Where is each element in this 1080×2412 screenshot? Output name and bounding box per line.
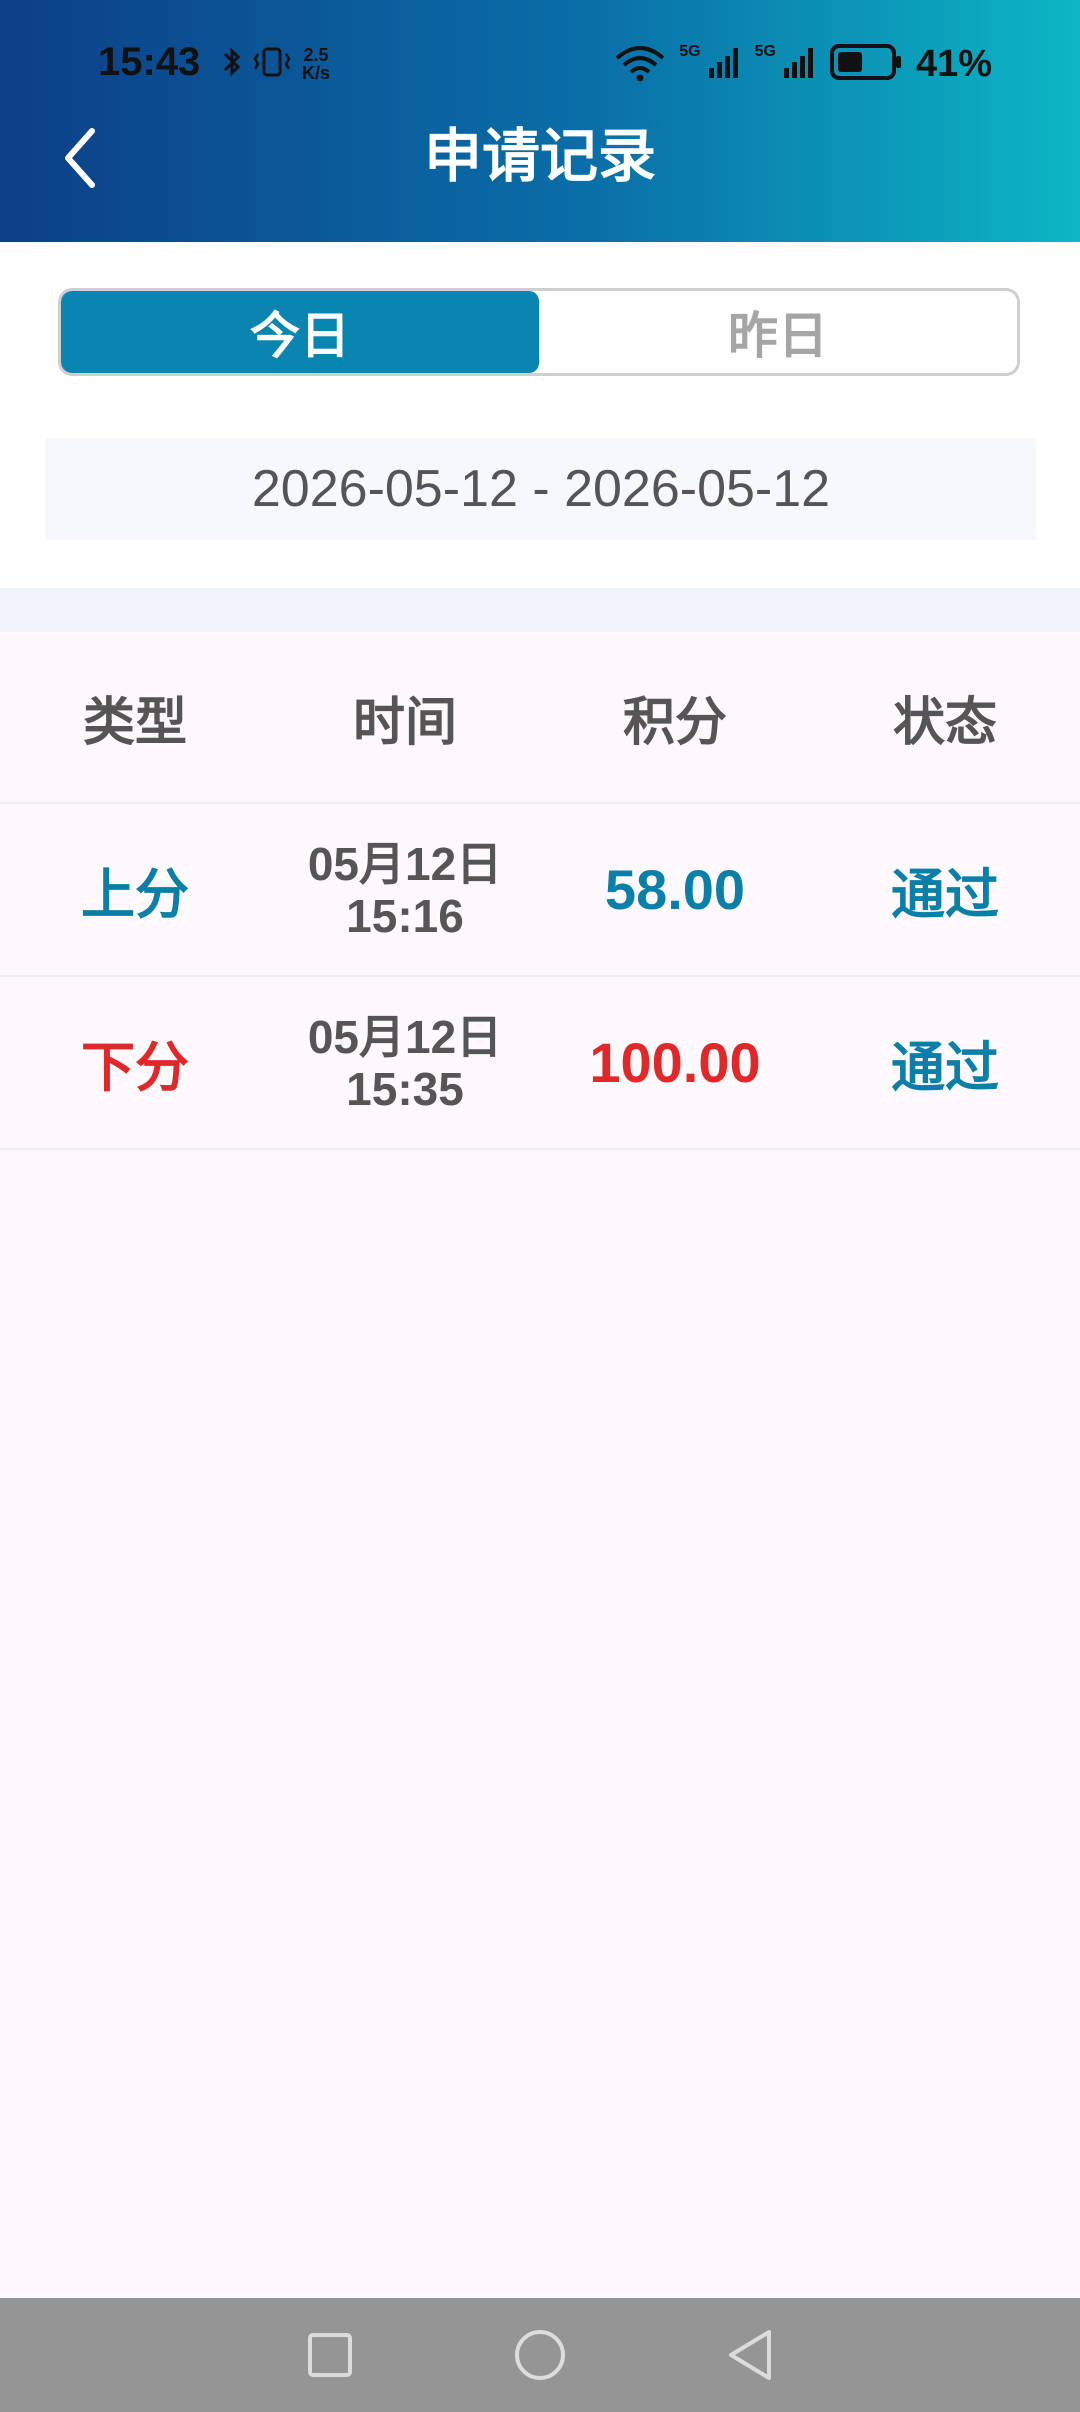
status-time: 15:43: [98, 40, 201, 84]
records-table: 类型 时间 积分 状态 上分 05月12日 15:16 58.00 通过 下分 …: [0, 632, 1080, 1150]
table-row[interactable]: 下分 05月12日 15:35 100.00 通过: [0, 977, 1080, 1150]
battery-percent: 41%: [915, 42, 992, 85]
day-tabs: 今日 昨日: [58, 288, 1020, 376]
back-icon[interactable]: [720, 2325, 780, 2385]
header-time: 时间: [352, 692, 457, 753]
net-speed: 2.5 K/s: [302, 46, 330, 82]
signal-2-icon: [782, 44, 818, 84]
status-bar: 15:43 2.5 K/s 5G 5G 41%: [0, 0, 1080, 130]
record-type: 上分: [81, 863, 189, 926]
recent-apps-icon[interactable]: [300, 2325, 360, 2385]
table-header: 类型 时间 积分 状态: [0, 632, 1080, 804]
header-type: 类型: [82, 692, 187, 753]
signal-1-icon: [707, 44, 743, 84]
status-right-icons: 5G 5G 41%: [613, 40, 992, 88]
system-nav-bar: [0, 2298, 1080, 2412]
record-status: 通过: [891, 863, 999, 926]
record-time: 05月12日 15:16: [270, 838, 540, 942]
signal-2-label: 5G: [754, 43, 776, 60]
record-clock: 15:16: [346, 889, 464, 942]
record-time: 05月12日 15:35: [270, 1011, 540, 1115]
vibrate-icon: [252, 45, 292, 83]
net-speed-unit: K/s: [302, 63, 331, 83]
tab-today[interactable]: 今日: [61, 291, 539, 373]
record-status: 通过: [891, 1036, 999, 1099]
section-divider: [0, 588, 1080, 632]
home-icon[interactable]: [510, 2325, 570, 2385]
filter-panel: 今日 昨日 2026-05-12 - 2026-05-12: [0, 242, 1080, 588]
signal-1-label: 5G: [679, 43, 701, 60]
header-points: 积分: [622, 692, 727, 753]
date-range[interactable]: 2026-05-12 - 2026-05-12: [46, 438, 1036, 540]
record-type: 下分: [81, 1036, 189, 1099]
bluetooth-icon: [222, 45, 242, 83]
wifi-icon: [613, 42, 667, 86]
status-left-icons: 2.5 K/s: [222, 44, 330, 84]
page-title: 申请记录: [423, 122, 656, 190]
battery-icon: [829, 43, 904, 85]
record-clock: 15:35: [346, 1062, 464, 1115]
record-date: 05月12日: [307, 1010, 503, 1063]
record-date: 05月12日: [307, 837, 503, 890]
table-row[interactable]: 上分 05月12日 15:16 58.00 通过: [0, 804, 1080, 977]
record-points: 100.00: [589, 1031, 761, 1094]
tab-yesterday[interactable]: 昨日: [539, 291, 1017, 373]
header-status: 状态: [892, 692, 997, 753]
app-header: 15:43 2.5 K/s 5G 5G 41% 申请记录: [0, 0, 1080, 242]
record-points: 58.00: [604, 858, 746, 921]
net-speed-value: 2.5: [303, 45, 329, 65]
